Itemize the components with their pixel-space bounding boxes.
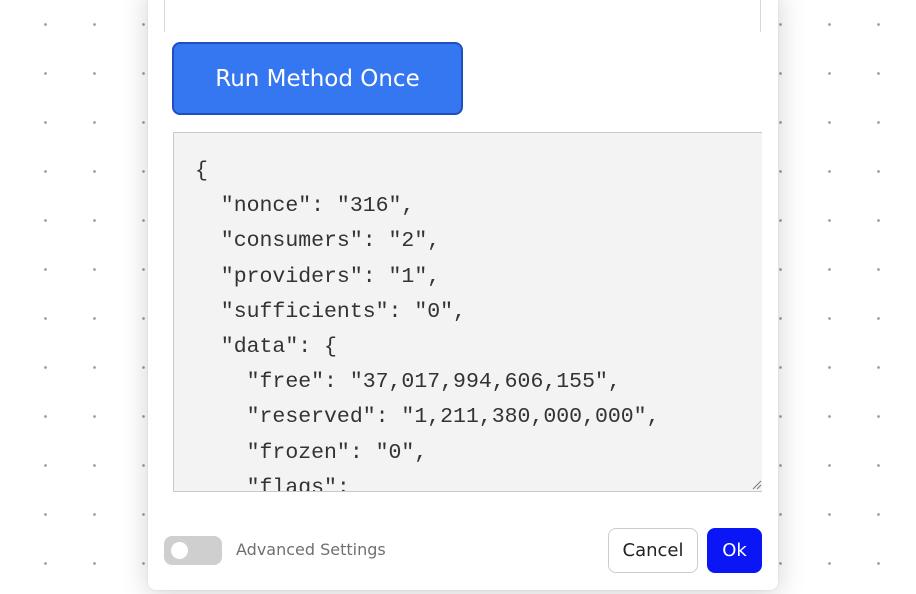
toggle-knob — [171, 542, 188, 559]
method-input-area — [164, 0, 761, 32]
result-output[interactable]: { "nonce": "316", "consumers": "2", "pro… — [173, 132, 762, 492]
advanced-settings-toggle[interactable] — [164, 536, 222, 565]
run-method-dialog: Run Method Once { "nonce": "316", "consu… — [148, 0, 778, 590]
ok-button[interactable]: Ok — [707, 528, 762, 573]
advanced-settings-label: Advanced Settings — [236, 540, 386, 559]
cancel-button[interactable]: Cancel — [608, 528, 698, 573]
run-method-once-button[interactable]: Run Method Once — [172, 42, 463, 115]
result-json-text: { "nonce": "316", "consumers": "2", "pro… — [195, 159, 660, 492]
resize-grip-icon[interactable] — [750, 478, 762, 490]
